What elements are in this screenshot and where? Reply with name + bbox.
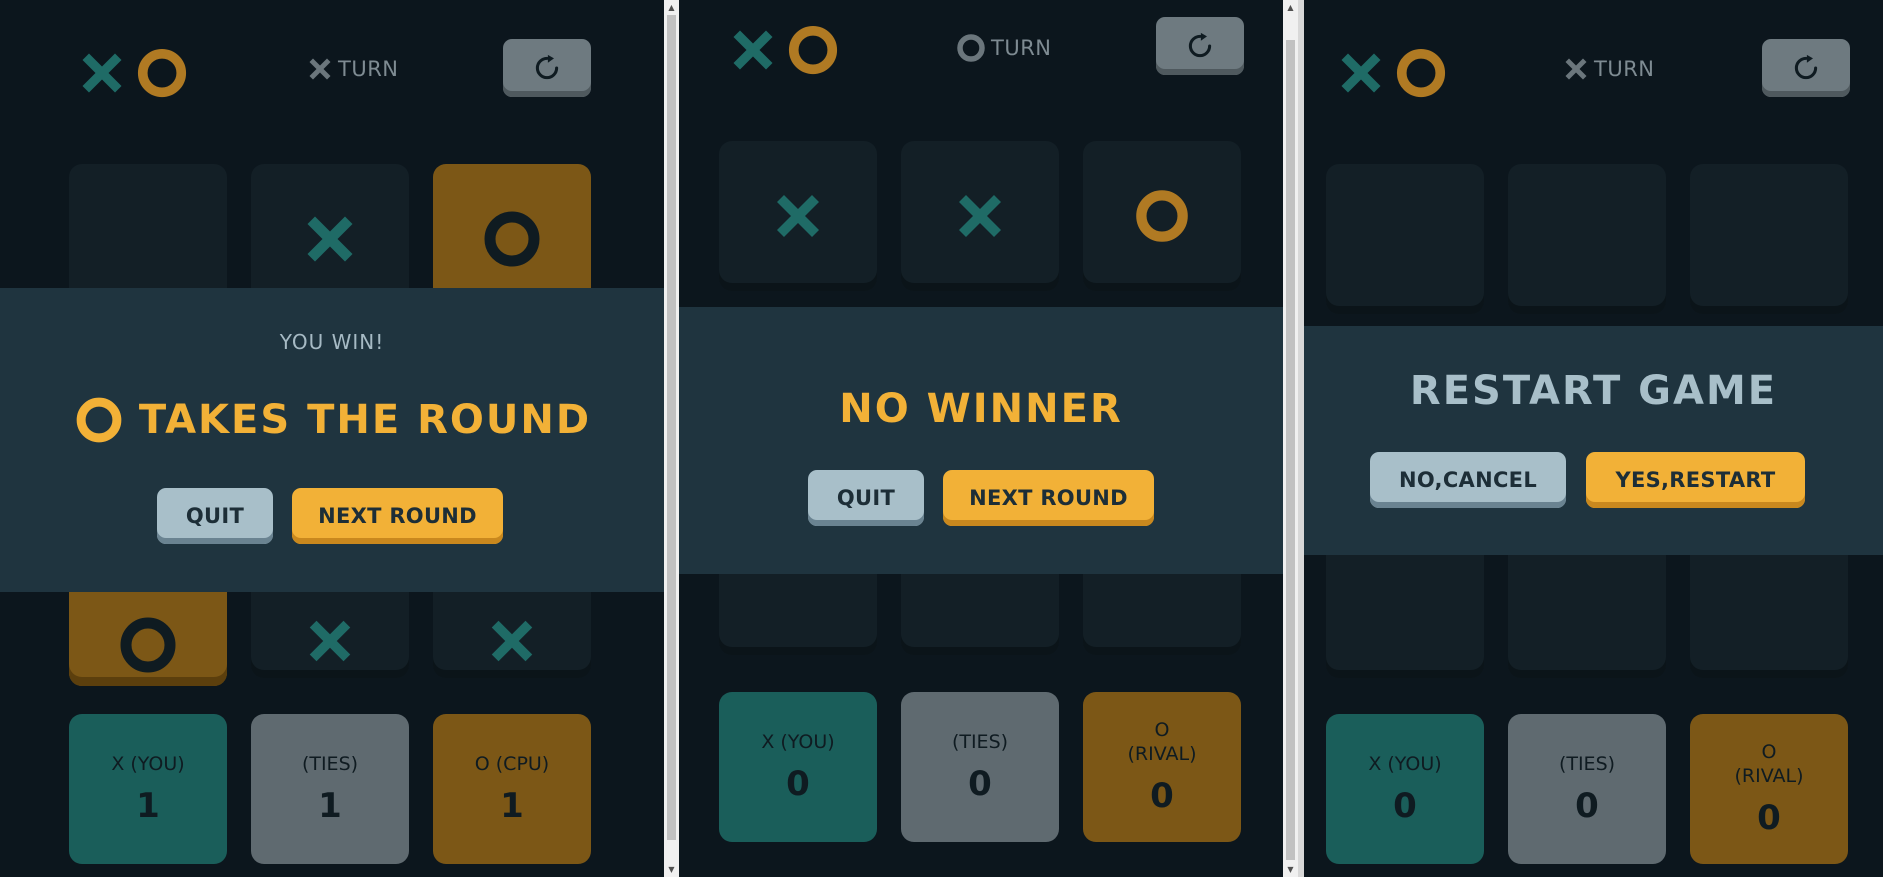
scroll-down-icon[interactable]: ▼ [1283, 862, 1298, 877]
score-label: O (RIVAL) [1127, 719, 1197, 765]
score-ties: (TIES) 0 [901, 692, 1059, 842]
score-x: X (YOU) 0 [1326, 714, 1484, 864]
turn-label: TURN [338, 57, 399, 81]
x-mark-icon [485, 614, 539, 668]
turn-label: TURN [1594, 57, 1655, 81]
o-icon [73, 394, 125, 446]
score-value: 0 [1757, 798, 1781, 838]
logo-o-icon [785, 22, 841, 78]
modal-title: TAKES THE ROUND [0, 394, 664, 446]
scrollbar[interactable]: ▲ ▼ [1283, 0, 1298, 877]
x-mark-icon [303, 614, 357, 668]
board-cell-3[interactable] [1083, 141, 1241, 291]
logo-x-icon [727, 24, 779, 76]
o-mark-icon [1132, 186, 1192, 246]
score-label: X (YOU) [1368, 753, 1442, 775]
x-icon [1562, 55, 1590, 83]
logo-x-icon [76, 47, 128, 99]
score-label: X (YOU) [111, 753, 185, 775]
modal-title: RESTART GAME [1409, 368, 1778, 414]
score-x: X (YOU) 0 [719, 692, 877, 842]
score-label: (TIES) [301, 753, 359, 775]
restart-icon [1186, 32, 1214, 60]
board-cell-1[interactable] [1326, 164, 1484, 314]
o-mark-icon [116, 613, 180, 677]
quit-button[interactable]: QUIT [808, 470, 924, 526]
result-modal: YOU WIN! TAKES THE ROUND QUIT NEXT ROUND [0, 288, 664, 592]
score-value: 0 [1575, 786, 1599, 826]
score-x: X (YOU) 1 [69, 714, 227, 864]
restart-modal: RESTART GAME NO,CANCEL YES,RESTART [1304, 326, 1883, 555]
scrollbar[interactable]: ▲ ▼ [664, 0, 679, 877]
o-mark-icon [480, 207, 544, 271]
cancel-button[interactable]: NO,CANCEL [1370, 452, 1566, 508]
logo-o-icon [134, 45, 190, 101]
score-label: X (YOU) [761, 731, 835, 753]
score-value: 0 [1393, 786, 1417, 826]
score-label: (TIES) [1558, 753, 1616, 775]
score-label: O (RIVAL) [1734, 741, 1804, 787]
score-value: 0 [968, 764, 992, 804]
x-mark-icon [300, 209, 360, 269]
quit-button[interactable]: QUIT [157, 488, 273, 544]
restart-button[interactable] [503, 39, 591, 97]
game-logo [727, 22, 841, 78]
turn-indicator: TURN [955, 32, 1052, 64]
game-screen-win: TURN X (YOU) 1 (TIES) 1 O (CPU) 1 YOU WI… [0, 0, 664, 877]
scroll-down-icon[interactable]: ▼ [664, 862, 679, 877]
score-o: O (RIVAL) 0 [1690, 714, 1848, 864]
o-icon [955, 32, 987, 64]
score-value: 1 [500, 786, 524, 826]
board-cell-2[interactable] [901, 141, 1059, 291]
logo-x-icon [1335, 47, 1387, 99]
score-label: (TIES) [951, 731, 1009, 753]
next-round-button[interactable]: NEXT ROUND [292, 488, 503, 544]
restart-icon [533, 54, 561, 82]
modal-subtitle: YOU WIN! [279, 330, 385, 354]
restart-icon [1792, 54, 1820, 82]
score-o: O (CPU) 1 [433, 714, 591, 864]
turn-label: TURN [991, 36, 1052, 60]
result-modal: NO WINNER QUIT NEXT ROUND [679, 307, 1283, 574]
score-ties: (TIES) 1 [251, 714, 409, 864]
x-icon [306, 55, 334, 83]
board-cell-3[interactable] [1690, 164, 1848, 314]
restart-button[interactable] [1156, 17, 1244, 75]
score-label: O (CPU) [474, 753, 550, 775]
logo-o-icon [1393, 45, 1449, 101]
turn-indicator: TURN [1562, 55, 1655, 83]
scroll-up-icon[interactable]: ▲ [1283, 0, 1298, 15]
modal-title: NO WINNER [839, 386, 1123, 432]
game-screen-restart: TURN X (YOU) 0 (TIES) 0 O (RIVAL) 0 REST… [1304, 0, 1883, 877]
score-o: O (RIVAL) 0 [1083, 692, 1241, 842]
score-value: 1 [136, 786, 160, 826]
score-value: 1 [318, 786, 342, 826]
board-cell-1[interactable] [719, 141, 877, 291]
board-cell-2[interactable] [1508, 164, 1666, 314]
confirm-restart-button[interactable]: YES,RESTART [1586, 452, 1805, 508]
game-screen-tie: TURN X (YOU) 0 (TIES) 0 O (RIVAL) 0 NO W… [679, 0, 1283, 877]
game-logo [76, 45, 190, 101]
turn-indicator: TURN [306, 55, 399, 83]
x-mark-icon [952, 188, 1008, 244]
scroll-thumb[interactable] [667, 15, 676, 840]
scroll-up-icon[interactable]: ▲ [664, 0, 679, 15]
score-value: 0 [786, 764, 810, 804]
x-mark-icon [770, 188, 826, 244]
scroll-thumb[interactable] [1286, 40, 1295, 860]
score-value: 0 [1150, 776, 1174, 816]
next-round-button[interactable]: NEXT ROUND [943, 470, 1154, 526]
modal-title-text: TAKES THE ROUND [138, 397, 592, 443]
restart-button[interactable] [1762, 39, 1850, 97]
score-ties: (TIES) 0 [1508, 714, 1666, 864]
game-logo [1335, 45, 1449, 101]
